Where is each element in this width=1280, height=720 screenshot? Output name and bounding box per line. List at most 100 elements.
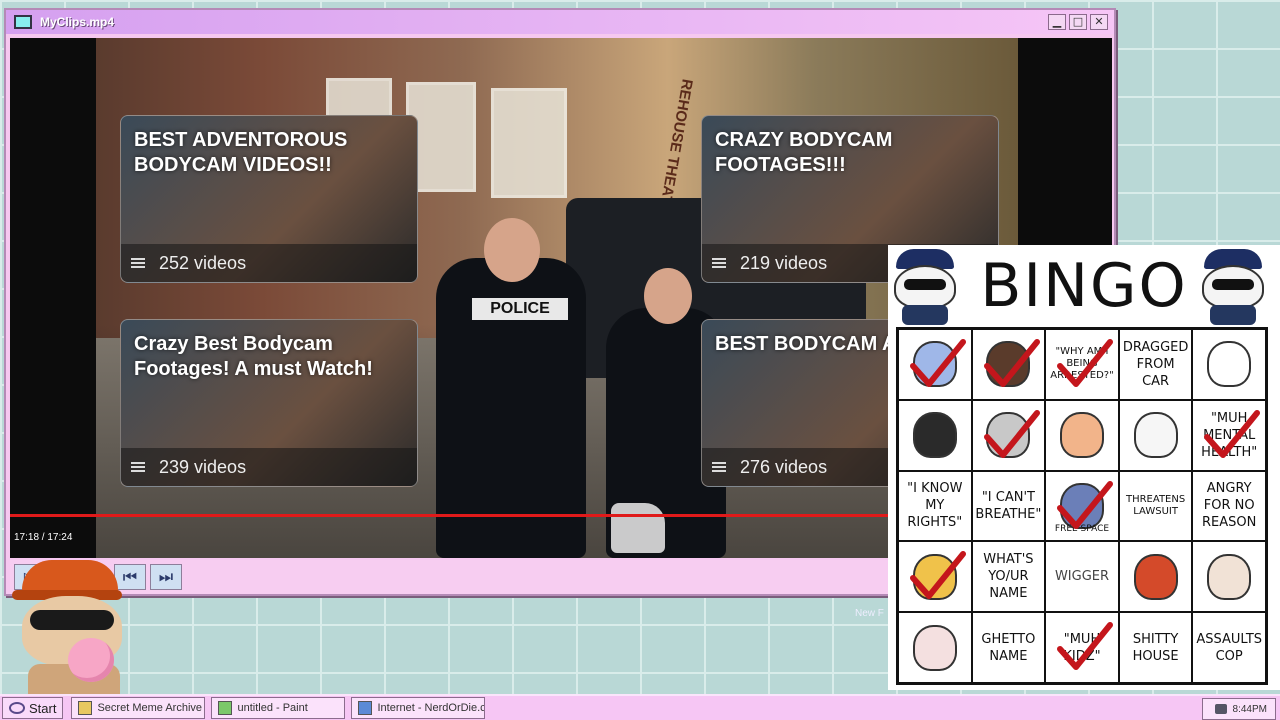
bingo-cell-text: WHAT'S YO/UR NAME: [983, 552, 1034, 602]
system-tray: 8:44PM: [1202, 698, 1276, 720]
bingo-cell-text: ANGRY FOR NO REASON: [1202, 481, 1257, 531]
nerd-kid-icon: [1059, 412, 1104, 459]
bingo-cell[interactable]: [1118, 541, 1193, 613]
video-count: 276 videos: [740, 456, 828, 477]
bingo-cell-text: "I KNOW MY RIGHTS": [907, 481, 963, 531]
playback-controls: ▷ ⏮ ⏭: [10, 560, 890, 594]
playlist-card[interactable]: Crazy Best Bodycam Footages! A must Watc…: [120, 319, 418, 487]
progress-bar[interactable]: [10, 514, 908, 517]
police-cat-mascot: [1198, 249, 1268, 325]
bingo-cell-text: THREATENS LAWSUIT: [1125, 493, 1186, 517]
folder-icon: [78, 701, 93, 715]
bingo-cell-text: "MUH MENTAL HEALTH": [1201, 410, 1258, 460]
video-count: 219 videos: [740, 252, 828, 273]
bingo-cell-text: SHITTY HOUSE: [1132, 631, 1179, 664]
volume-icon[interactable]: [1214, 704, 1227, 714]
task-label: Internet - NerdOrDie.com: [377, 702, 486, 714]
clock: 8:44PM: [1232, 703, 1267, 715]
bingo-cell[interactable]: SHITTY HOUSE: [1118, 612, 1193, 683]
bingo-cell[interactable]: "WHY AM I BEING ARRESTED?": [1045, 329, 1119, 400]
bingo-cell[interactable]: DRAGGED FROM CAR: [1118, 329, 1193, 400]
start-button[interactable]: Start: [2, 697, 64, 719]
playlist-title: CRAZY BODYCAM FOOTAGES!!!: [715, 129, 893, 176]
bingo-cell[interactable]: GHETTO NAME: [971, 612, 1046, 683]
paint-icon: [218, 701, 233, 715]
bubblegum-cat-sticker: [8, 560, 138, 694]
stickman-icon: [1207, 341, 1252, 388]
emo-cat-icon: [912, 412, 957, 459]
bingo-cell[interactable]: [1192, 329, 1266, 400]
bingo-cell-text: ASSAULTS COP: [1196, 631, 1263, 664]
playlist-icon: [131, 257, 145, 269]
title-bar[interactable]: MyClips.mp4 ▁ □ ✕: [6, 10, 1114, 34]
bingo-cell[interactable]: [971, 329, 1046, 400]
bingo-cell[interactable]: "I CAN'T BREATHE": [971, 470, 1046, 542]
taskbar: Start Secret Meme Archive untitled - Pai…: [0, 694, 1280, 720]
scarf-cat-icon: [1133, 553, 1178, 600]
bingo-cell[interactable]: [898, 329, 972, 400]
bingo-cell[interactable]: [971, 399, 1046, 471]
clown-cat-icon: [912, 553, 957, 600]
bingo-cell-text: "I CAN'T BREATHE": [975, 489, 1042, 522]
window-title: MyClips.mp4: [40, 15, 115, 29]
cat-avatar-icon: [912, 341, 957, 388]
bingo-cell[interactable]: [1192, 541, 1266, 613]
bingo-cell-text: "MUH KIDZ": [1063, 631, 1101, 664]
sitting-cat-icon: [912, 624, 957, 671]
maximize-button[interactable]: □: [1069, 14, 1087, 30]
officer-head: [644, 268, 692, 324]
building-window: [491, 88, 567, 198]
playlist-icon: [712, 257, 726, 269]
bingo-cell[interactable]: WHAT'S YO/UR NAME: [971, 541, 1046, 613]
bingo-cell[interactable]: [898, 399, 972, 471]
bingo-cell-text: "WHY AM I BEING ARRESTED?": [1050, 346, 1114, 382]
close-button[interactable]: ✕: [1090, 14, 1108, 30]
next-button[interactable]: ⏭: [150, 564, 182, 590]
video-count: 252 videos: [159, 252, 247, 273]
bingo-title: BINGO: [980, 251, 1188, 321]
bingo-cell[interactable]: THREATENS LAWSUIT: [1118, 470, 1193, 542]
bingo-cell[interactable]: [898, 541, 972, 613]
bingo-grid: "WHY AM I BEING ARRESTED?" DRAGGED FROM C…: [896, 327, 1268, 685]
bingo-cell-text: DRAGGED FROM CAR: [1122, 339, 1189, 389]
fat-cat-icon: [1133, 412, 1178, 459]
taskbar-item-internet[interactable]: Internet - NerdOrDie.com: [351, 697, 486, 719]
bingo-cell[interactable]: "MUH MENTAL HEALTH": [1192, 399, 1266, 471]
playlist-icon: [131, 461, 145, 473]
playlist-title: Crazy Best Bodycam Footages! A must Watc…: [134, 333, 373, 380]
start-label: Start: [29, 700, 57, 716]
taskbar-item-paint[interactable]: untitled - Paint: [211, 697, 346, 719]
bingo-cell[interactable]: [1045, 399, 1119, 471]
bubblegum-icon: [68, 638, 114, 682]
thumbs-up-icon: [611, 503, 665, 553]
bingo-cell[interactable]: ANGRY FOR NO REASON: [1192, 470, 1266, 542]
task-label: Secret Meme Archive: [97, 702, 203, 714]
police-cat-mascot: [890, 249, 960, 325]
task-label: untitled - Paint: [237, 702, 308, 714]
bingo-card: BINGO "WHY AM I BEING ARRESTED?" DRAGGED …: [888, 245, 1280, 690]
globe-icon: [358, 701, 373, 715]
happy-cat-icon: [1207, 553, 1252, 600]
officer-head: [484, 218, 540, 282]
raccoon-cat-icon: [986, 412, 1031, 459]
start-logo-icon: [9, 702, 25, 714]
taskbar-item-secret-meme-archive[interactable]: Secret Meme Archive: [71, 697, 206, 719]
bingo-cell[interactable]: ASSAULTS COP: [1192, 612, 1266, 683]
playlist-title: BEST ADVENTOROUS BODYCAM VIDEOS!!: [134, 129, 348, 176]
woman-avatar-icon: [986, 341, 1031, 388]
bingo-cell[interactable]: "I KNOW MY RIGHTS": [898, 470, 972, 542]
police-patch: POLICE: [472, 298, 568, 320]
free-space-label: FREE SPACE: [1054, 524, 1110, 535]
video-count: 239 videos: [159, 456, 247, 477]
bingo-cell[interactable]: WIGGER: [1045, 541, 1119, 613]
playlist-card[interactable]: BEST ADVENTOROUS BODYCAM VIDEOS!! 252 vi…: [120, 115, 418, 283]
monitor-icon: [14, 15, 32, 29]
sunglasses-icon: [30, 610, 114, 630]
bingo-cell[interactable]: FREE SPACE: [1045, 470, 1119, 542]
bingo-cell[interactable]: [1118, 399, 1193, 471]
bingo-cell[interactable]: "MUH KIDZ": [1045, 612, 1119, 683]
minimize-button[interactable]: ▁: [1048, 14, 1066, 30]
bingo-cell[interactable]: [898, 612, 972, 683]
timecode: 17:18 / 17:24: [14, 532, 73, 543]
desktop-icon-label[interactable]: New F: [855, 608, 884, 619]
